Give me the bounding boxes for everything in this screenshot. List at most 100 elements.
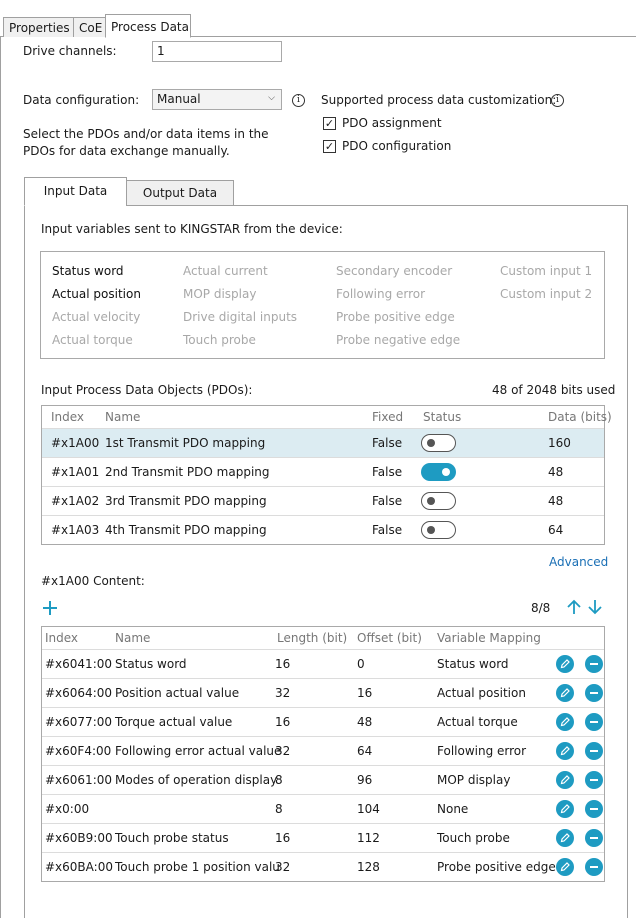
content-index: #x0:00: [45, 802, 90, 816]
table-row[interactable]: #x1A03 4th Transmit PDO mapping False 64: [42, 515, 604, 544]
var-custom-input-2[interactable]: Custom input 2: [500, 287, 592, 301]
table-row[interactable]: #x60F4:00 Following error actual value 32 6…: [42, 736, 604, 765]
tab-coe[interactable]: CoE: [73, 17, 109, 37]
table-row[interactable]: #x60BA:00 Touch probe 1 position valu 32 12…: [42, 852, 604, 881]
table-row[interactable]: #x6077:00 Torque actual value 16 48 Actual t…: [42, 707, 604, 736]
input-variables-box: Status word Actual position Actual veloc…: [40, 251, 605, 359]
content-index: #x60B9:00: [45, 831, 113, 845]
table-row[interactable]: #x1A02 3rd Transmit PDO mapping False 48: [42, 486, 604, 515]
table-row[interactable]: #x6041:00 Status word 16 0 Status word: [42, 649, 604, 678]
tab-input-data[interactable]: Input Data: [24, 177, 127, 206]
col-name: Name: [105, 410, 141, 424]
pdo-name: 2nd Transmit PDO mapping: [105, 465, 270, 479]
content-offset: 96: [357, 773, 373, 787]
content-section-label: #x1A00 Content:: [41, 574, 145, 588]
status-toggle[interactable]: [421, 463, 456, 481]
edit-icon[interactable]: [556, 800, 574, 818]
edit-icon[interactable]: [556, 771, 574, 789]
content-length: 32: [275, 744, 291, 758]
col-index: Index: [51, 410, 85, 424]
table-row[interactable]: #x6064:00 Position actual value 32 16 Actual…: [42, 678, 604, 707]
remove-icon[interactable]: [585, 800, 603, 818]
var-actual-torque[interactable]: Actual torque: [52, 333, 133, 347]
pdo-bits: 48: [548, 494, 564, 508]
advanced-link[interactable]: Advanced: [549, 555, 608, 569]
col-name: Name: [115, 631, 151, 645]
status-toggle[interactable]: [421, 492, 456, 510]
col-status: Status: [423, 410, 462, 424]
edit-icon[interactable]: [556, 713, 574, 731]
edit-icon[interactable]: [556, 829, 574, 847]
tab-properties[interactable]: Properties: [3, 17, 76, 37]
plus-icon[interactable]: [42, 600, 58, 616]
tab-process-data[interactable]: Process Data: [105, 14, 191, 38]
content-offset: 0: [357, 657, 365, 671]
content-length: 16: [275, 831, 291, 845]
content-name: Following error actual value: [115, 744, 282, 758]
remove-icon[interactable]: [585, 742, 603, 760]
remove-icon[interactable]: [585, 713, 603, 731]
var-actual-current[interactable]: Actual current: [183, 264, 268, 278]
var-status-word[interactable]: Status word: [52, 264, 124, 278]
var-actual-position[interactable]: Actual position: [52, 287, 141, 301]
table-row[interactable]: #x1A01 2nd Transmit PDO mapping False 48: [42, 457, 604, 486]
remove-icon[interactable]: [585, 684, 603, 702]
pdo-assignment-label: PDO assignment: [342, 116, 442, 130]
pdo-assignment-checkbox[interactable]: ✓: [323, 117, 336, 130]
tab-output-data[interactable]: Output Data: [126, 180, 234, 206]
var-probe-positive-edge[interactable]: Probe positive edge: [336, 310, 455, 324]
top-tab-bar: Properties CoE Process Data: [0, 14, 636, 38]
var-following-error[interactable]: Following error: [336, 287, 425, 301]
table-row[interactable]: #x6061:00 Modes of operation display 8 96 MO…: [42, 765, 604, 794]
pdo-name: 1st Transmit PDO mapping: [105, 436, 266, 450]
edit-icon[interactable]: [556, 655, 574, 673]
var-secondary-encoder[interactable]: Secondary encoder: [336, 264, 452, 278]
arrow-down-icon[interactable]: [587, 599, 603, 615]
edit-icon[interactable]: [556, 858, 574, 876]
content-offset: 16: [357, 686, 373, 700]
content-table: Index Name Length (bit) Offset (bit) Var…: [41, 626, 605, 882]
pdo-configuration-checkbox[interactable]: ✓: [323, 140, 336, 153]
drive-channels-input[interactable]: 1: [152, 41, 282, 62]
customization-label: Supported process data customization:: [321, 93, 557, 107]
var-drive-digital-inputs[interactable]: Drive digital inputs: [183, 310, 297, 324]
pdo-name: 3rd Transmit PDO mapping: [105, 494, 267, 508]
data-configuration-label: Data configuration:: [23, 93, 140, 107]
pdo-bits: 160: [548, 436, 571, 450]
var-actual-velocity[interactable]: Actual velocity: [52, 310, 140, 324]
content-name: Status word: [115, 657, 187, 671]
pdo-table-header: Index Name Fixed Status Data (bits): [42, 406, 612, 428]
content-index: #x60F4:00: [45, 744, 112, 758]
remove-icon[interactable]: [585, 858, 603, 876]
info-icon[interactable]: i: [551, 94, 564, 107]
col-data-bits: Data (bits): [548, 410, 612, 424]
pdo-fixed: False: [372, 494, 403, 508]
table-row[interactable]: #x60B9:00 Touch probe status 16 112 Touch pr…: [42, 823, 604, 852]
var-mop-display[interactable]: MOP display: [183, 287, 256, 301]
content-mapping: Probe positive edge: [437, 860, 556, 874]
description-line-2: PDOs for data exchange manually.: [23, 144, 230, 158]
content-name: Torque actual value: [115, 715, 233, 729]
table-row[interactable]: #x0:00 8 104 None: [42, 794, 604, 823]
edit-icon[interactable]: [556, 742, 574, 760]
var-probe-negative-edge[interactable]: Probe negative edge: [336, 333, 460, 347]
data-configuration-select[interactable]: Manual ⌵: [152, 89, 282, 110]
remove-icon[interactable]: [585, 655, 603, 673]
content-offset: 64: [357, 744, 373, 758]
var-touch-probe[interactable]: Touch probe: [183, 333, 256, 347]
status-toggle[interactable]: [421, 521, 456, 539]
content-length: 16: [275, 657, 291, 671]
status-toggle[interactable]: [421, 434, 456, 452]
remove-icon[interactable]: [585, 771, 603, 789]
remove-icon[interactable]: [585, 829, 603, 847]
content-length: 8: [275, 802, 283, 816]
content-index: #x60BA:00: [45, 860, 113, 874]
edit-icon[interactable]: [556, 684, 574, 702]
arrow-up-icon[interactable]: [566, 599, 582, 615]
content-count: 8/8: [531, 601, 551, 615]
content-offset: 112: [357, 831, 380, 845]
info-icon[interactable]: i: [292, 94, 305, 107]
var-custom-input-1[interactable]: Custom input 1: [500, 264, 592, 278]
content-mapping: Actual position: [437, 686, 526, 700]
table-row[interactable]: #x1A00 1st Transmit PDO mapping False 16…: [42, 428, 604, 457]
